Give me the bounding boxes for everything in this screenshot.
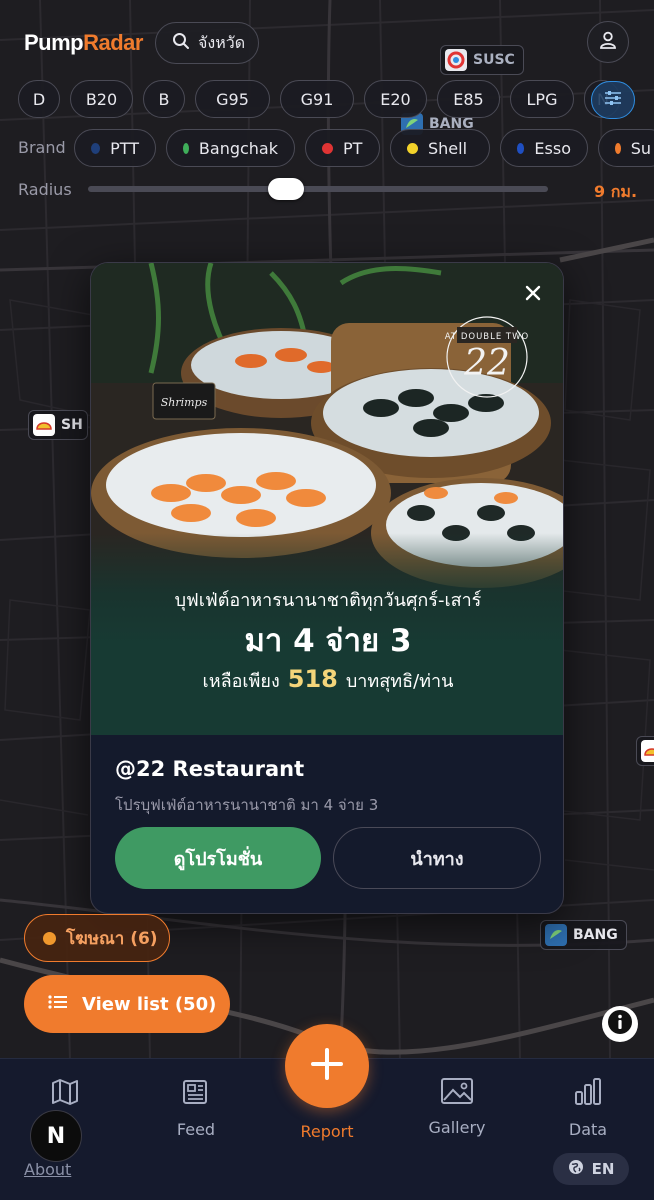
brand-dot <box>517 142 525 154</box>
double-two-logo: AT DOUBLE TWO 22 <box>437 307 537 407</box>
view-list-button[interactable]: View list (50) <box>24 975 230 1033</box>
nav-feed-label: Feed <box>176 1120 216 1139</box>
brand-chip-esso[interactable]: Esso <box>500 129 588 167</box>
fuel-chip[interactable]: B <box>143 80 185 118</box>
nav-feed[interactable]: Feed <box>146 1076 246 1139</box>
profile-button[interactable] <box>587 21 629 63</box>
language-button[interactable]: EN <box>553 1153 629 1185</box>
brand-chip-shell[interactable]: Shell <box>390 129 490 167</box>
fuel-chip[interactable]: G95 <box>195 80 270 118</box>
brand-filter-label: Brand <box>18 138 66 157</box>
bar-chart-icon <box>572 1076 604 1112</box>
nav-data-label: Data <box>568 1120 608 1139</box>
shell-icon <box>641 740 654 762</box>
nav-data[interactable]: Data <box>538 1076 638 1139</box>
close-icon <box>524 284 542 306</box>
user-icon <box>598 30 618 54</box>
shrimps-sign: Shrimps <box>161 396 208 409</box>
globe-icon <box>568 1159 584 1179</box>
map-marker[interactable]: SH <box>28 410 88 440</box>
sliders-icon <box>603 89 623 111</box>
filter-settings-button[interactable] <box>591 81 635 119</box>
nav-gallery-label: Gallery <box>428 1118 486 1137</box>
ads-dot-icon <box>43 931 56 945</box>
radius-value: 9 กม. <box>594 182 638 201</box>
promo-modal: Shrimps AT DOUBLE TWO 22 บุฟเฟ่ต์อาหารนา… <box>90 262 564 914</box>
restaurant-name: @22 Restaurant <box>115 757 305 781</box>
view-promotion-button[interactable]: ดูโปรโมชั่น <box>115 827 321 889</box>
brand-dot <box>407 142 418 154</box>
brand-dot <box>183 142 189 154</box>
promo-description: โปรบุฟเฟ่ต์อาหารนานาชาติ มา 4 จ่าย 3 <box>115 796 379 814</box>
fuel-chip[interactable]: E85 <box>437 80 500 118</box>
plus-icon <box>310 1047 344 1085</box>
brand-dot <box>91 142 101 154</box>
nav-report-label[interactable]: Report <box>277 1122 377 1141</box>
report-button[interactable] <box>285 1024 369 1108</box>
info-icon <box>607 1009 633 1039</box>
svg-text:22: 22 <box>463 343 510 384</box>
search-label: จังหวัด <box>198 32 246 52</box>
map-marker[interactable] <box>636 736 654 766</box>
brand-chip-susco[interactable]: Su <box>598 129 654 167</box>
brand-chip-ptt[interactable]: PTT <box>74 129 156 167</box>
info-button[interactable] <box>602 1006 638 1042</box>
promo-headline-small: บุฟเฟ่ต์อาหารนานาชาติทุกวันศุกร์-เสาร์ <box>174 590 482 611</box>
brand-dot <box>322 142 333 154</box>
fuel-chip[interactable]: B20 <box>70 80 133 118</box>
list-icon <box>48 994 68 1015</box>
radius-slider-track[interactable] <box>88 186 548 192</box>
brand-filter-chips: PTT Bangchak PT Shell Esso Su <box>74 129 654 169</box>
promo-price: 518 <box>287 665 338 693</box>
fuel-chip[interactable]: LPG <box>510 80 574 118</box>
price-prefix: เหลือเพียง <box>202 671 280 692</box>
fuel-chip[interactable]: E20 <box>364 80 427 118</box>
about-link[interactable]: About <box>24 1160 71 1179</box>
fuel-type-chips: D B20 B G95 G91 E20 E85 LPG N <box>18 80 654 120</box>
view-list-label: View list (50) <box>82 993 217 1015</box>
map-marker[interactable]: BANG <box>540 920 627 950</box>
brand-chip-bangchak[interactable]: Bangchak <box>166 129 295 167</box>
price-suffix: บาทสุทธิ/ท่าน <box>345 671 454 692</box>
navigate-button[interactable]: นำทาง <box>333 827 541 889</box>
app-logo[interactable]: PumpRadar <box>24 30 143 56</box>
top-bar: PumpRadar จังหวัด <box>0 0 654 80</box>
ads-label: โฆษณา (6) <box>66 928 158 949</box>
shell-icon <box>33 414 55 436</box>
search-icon <box>172 32 190 54</box>
map-icon <box>49 1076 81 1112</box>
radius-slider-thumb[interactable] <box>267 178 304 200</box>
fuel-chip[interactable]: G91 <box>280 80 354 118</box>
nav-map[interactable] <box>15 1076 115 1112</box>
marker-label: SH <box>61 417 83 433</box>
marker-label: BANG <box>573 927 618 943</box>
brand-chip-pt[interactable]: PT <box>305 129 380 167</box>
language-label: EN <box>591 1160 615 1178</box>
avatar[interactable]: N <box>30 1110 82 1162</box>
feed-icon <box>180 1076 212 1112</box>
ads-toggle-button[interactable]: โฆษณา (6) <box>24 914 170 962</box>
svg-text:AT DOUBLE TWO: AT DOUBLE TWO <box>445 332 529 342</box>
brand-dot <box>615 142 621 154</box>
bangchak-icon <box>545 924 567 946</box>
fuel-chip[interactable]: D <box>18 80 60 118</box>
promo-headline-big: มา 4 จ่าย 3 <box>244 623 412 659</box>
radius-label: Radius <box>18 180 72 199</box>
gallery-icon <box>440 1076 474 1110</box>
province-search-button[interactable]: จังหวัด <box>155 22 259 64</box>
nav-gallery[interactable]: Gallery <box>407 1076 507 1137</box>
promo-price-line: เหลือเพียง 518 บาทสุทธิ/ท่าน <box>91 665 563 695</box>
promo-image[interactable]: Shrimps AT DOUBLE TWO 22 บุฟเฟ่ต์อาหารนา… <box>91 263 563 735</box>
close-modal-button[interactable] <box>519 281 547 309</box>
